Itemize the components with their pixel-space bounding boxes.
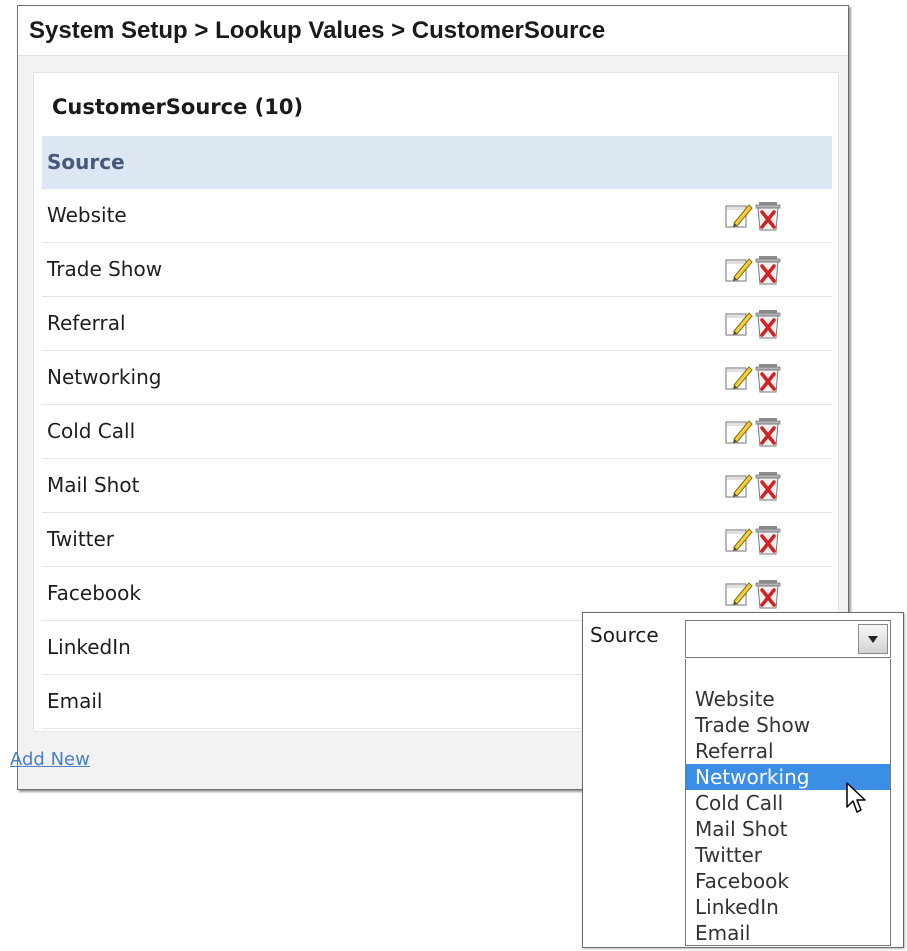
dropdown-option[interactable]: Twitter bbox=[686, 842, 890, 868]
row-label: Email bbox=[47, 689, 103, 713]
row-actions bbox=[721, 470, 783, 502]
row-label: Referral bbox=[47, 311, 126, 335]
table-row: Cold Call bbox=[42, 405, 832, 459]
dropdown-option[interactable]: LinkedIn bbox=[686, 894, 890, 920]
table-row: Referral bbox=[42, 297, 832, 351]
row-actions bbox=[721, 254, 783, 286]
edit-icon[interactable] bbox=[721, 416, 753, 448]
delete-icon[interactable] bbox=[753, 578, 783, 610]
edit-icon[interactable] bbox=[721, 200, 753, 232]
delete-icon[interactable] bbox=[753, 470, 783, 502]
row-label: Facebook bbox=[47, 581, 141, 605]
row-actions bbox=[721, 578, 783, 610]
delete-icon[interactable] bbox=[753, 254, 783, 286]
row-label: Mail Shot bbox=[47, 473, 140, 497]
row-label: Networking bbox=[47, 365, 162, 389]
source-dropdown-demo: Source Website Trade Show Referral Networki… bbox=[582, 612, 904, 948]
dropdown-arrow-icon[interactable] bbox=[858, 624, 888, 654]
dropdown-option[interactable]: Referral bbox=[686, 738, 890, 764]
breadcrumb: System Setup > Lookup Values > CustomerS… bbox=[18, 6, 848, 56]
table-row: Twitter bbox=[42, 513, 832, 567]
delete-icon[interactable] bbox=[753, 416, 783, 448]
dropdown-label: Source bbox=[590, 623, 659, 647]
section-title: CustomerSource (10) bbox=[52, 95, 304, 119]
dropdown-option[interactable]: Website bbox=[686, 686, 890, 712]
row-label: LinkedIn bbox=[47, 635, 131, 659]
row-label: Trade Show bbox=[47, 257, 163, 281]
mouse-cursor-icon bbox=[846, 782, 866, 813]
edit-icon[interactable] bbox=[721, 308, 753, 340]
table-row: Networking bbox=[42, 351, 832, 405]
add-new-link[interactable]: Add New bbox=[10, 749, 90, 770]
edit-icon[interactable] bbox=[721, 254, 753, 286]
row-label: Twitter bbox=[47, 527, 115, 551]
table-row: Mail Shot bbox=[42, 459, 832, 513]
table-row: Website bbox=[42, 189, 832, 243]
row-actions bbox=[721, 200, 783, 232]
row-label: Cold Call bbox=[47, 419, 136, 443]
delete-icon[interactable] bbox=[753, 308, 783, 340]
delete-icon[interactable] bbox=[753, 200, 783, 232]
row-actions bbox=[721, 362, 783, 394]
row-actions bbox=[721, 524, 783, 556]
row-actions bbox=[721, 416, 783, 448]
delete-icon[interactable] bbox=[753, 362, 783, 394]
dropdown-option[interactable]: Mail Shot bbox=[686, 816, 890, 842]
source-select[interactable] bbox=[685, 620, 891, 658]
row-actions bbox=[721, 308, 783, 340]
column-header-source: Source bbox=[42, 136, 832, 189]
dropdown-option[interactable]: Trade Show bbox=[686, 712, 890, 738]
edit-icon[interactable] bbox=[721, 362, 753, 394]
row-label: Website bbox=[47, 203, 127, 227]
table-row: Trade Show bbox=[42, 243, 832, 297]
edit-icon[interactable] bbox=[721, 578, 753, 610]
dropdown-option[interactable]: Email bbox=[686, 920, 890, 946]
delete-icon[interactable] bbox=[753, 524, 783, 556]
dropdown-option[interactable]: Facebook bbox=[686, 868, 890, 894]
edit-icon[interactable] bbox=[721, 524, 753, 556]
edit-icon[interactable] bbox=[721, 470, 753, 502]
